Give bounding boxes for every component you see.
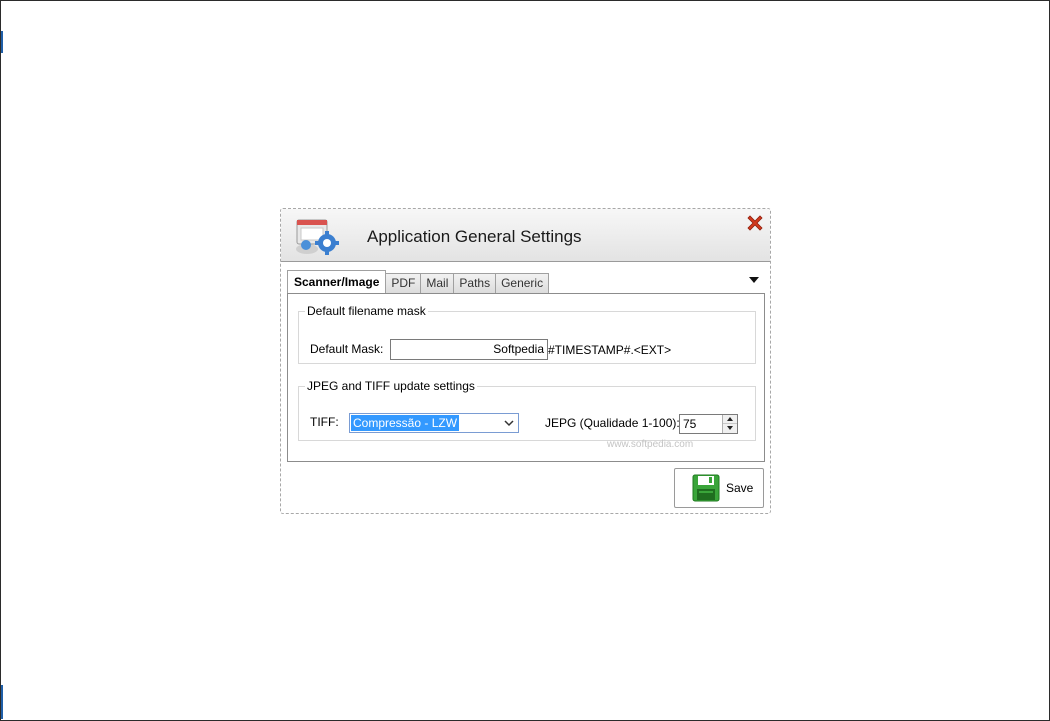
save-button[interactable]: Save <box>674 468 764 508</box>
tab-generic[interactable]: Generic <box>495 273 550 293</box>
floppy-disk-icon <box>692 474 720 502</box>
jpeg-tiff-legend: JPEG and TIFF update settings <box>307 379 475 393</box>
stepper-down-button[interactable] <box>723 424 737 433</box>
mask-suffix-text: #TIMESTAMP#.<EXT> <box>548 343 672 357</box>
dialog-header: Application General Settings <box>281 209 770 262</box>
dialog-title: Application General Settings <box>367 227 582 246</box>
chevron-up-icon <box>727 417 733 421</box>
jpeg-tiff-group: JPEG and TIFF update settings TIFF: Comp… <box>298 379 756 450</box>
filename-mask-legend: Default filename mask <box>307 304 426 318</box>
save-button-label: Save <box>726 481 754 495</box>
dropdown-arrow-icon[interactable] <box>749 277 759 283</box>
filename-mask-group: Default filename mask Default Mask: Soft… <box>298 304 756 364</box>
tiff-compression-select[interactable]: Compressão - LZW <box>349 413 519 433</box>
tiff-label: TIFF: <box>310 415 339 429</box>
default-mask-label: Default Mask: <box>310 342 384 356</box>
settings-gear-icon <box>296 219 339 255</box>
tab-pdf[interactable]: PDF <box>385 273 422 293</box>
stepper-up-button[interactable] <box>723 415 737 424</box>
chevron-down-icon <box>727 426 733 430</box>
settings-tabs: Scanner/Image PDF Mail Paths Generic <box>287 270 550 293</box>
close-icon[interactable] <box>745 213 765 233</box>
tiff-selected-value: Compressão - LZW <box>351 415 460 431</box>
softpedia-watermark: www.softpedia.com <box>607 439 694 450</box>
tab-paths[interactable]: Paths <box>453 273 497 293</box>
tab-scanner-image[interactable]: Scanner/Image <box>287 270 387 293</box>
window-edge-accent <box>1 31 3 53</box>
tab-mail[interactable]: Mail <box>420 273 455 293</box>
stepper-buttons <box>722 415 737 433</box>
scanner-image-panel: Default filename mask Default Mask: Soft… <box>287 293 765 462</box>
screen: Application General Settings Scanner/Ima… <box>0 0 1050 721</box>
window-edge-accent-bottom <box>1 685 3 719</box>
jpeg-quality-stepper[interactable]: 75 <box>679 414 738 434</box>
jpeg-quality-value: 75 <box>683 417 697 431</box>
default-mask-input[interactable]: Softpedia <box>390 339 548 360</box>
jpeg-quality-label: JEPG (Qualidade 1-100): <box>545 416 680 430</box>
chevron-down-icon <box>504 420 514 427</box>
settings-dialog: Application General Settings Scanner/Ima… <box>280 208 771 514</box>
